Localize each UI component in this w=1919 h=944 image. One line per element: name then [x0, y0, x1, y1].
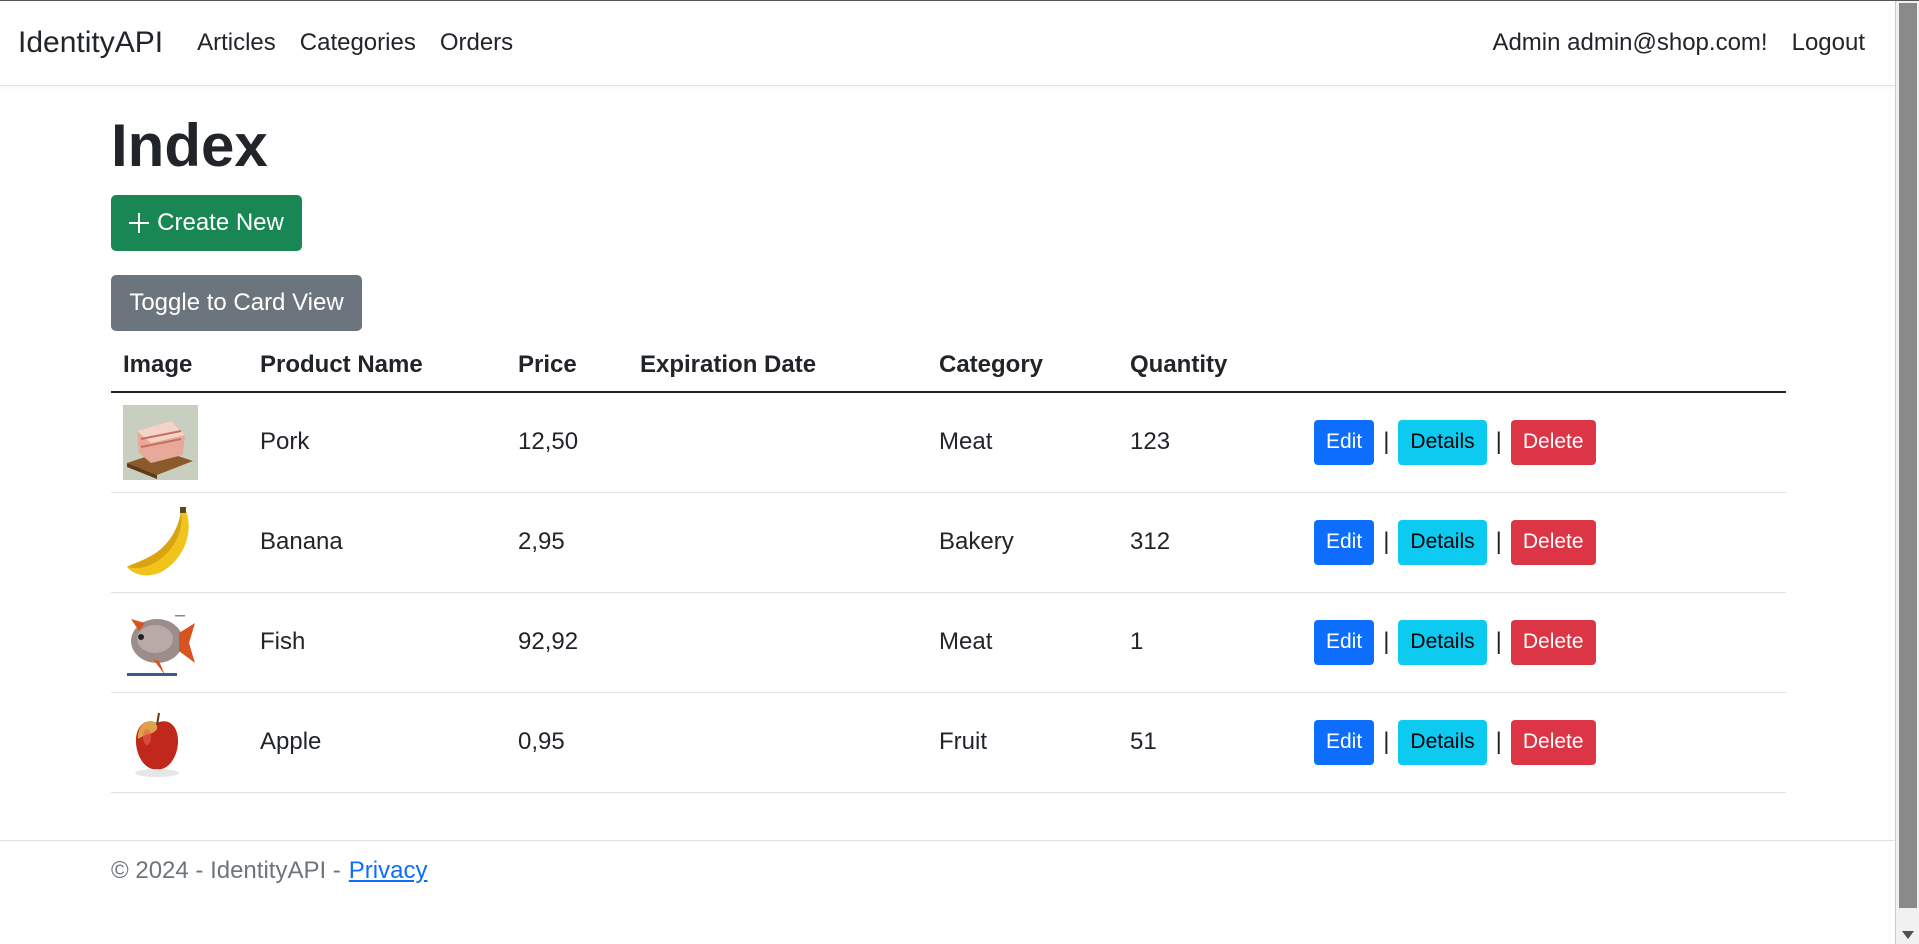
image-cell: [111, 392, 248, 493]
fish-image: [123, 604, 198, 680]
header-actions: [1302, 338, 1786, 393]
separator: |: [1383, 628, 1390, 655]
vertical-scrollbar[interactable]: [1895, 1, 1919, 944]
product-name-cell: Pork: [248, 392, 506, 493]
logout-link[interactable]: Logout: [1780, 29, 1877, 57]
separator: |: [1495, 628, 1502, 655]
header-quantity: Quantity: [1118, 338, 1302, 393]
scroll-down-arrow-icon[interactable]: [1902, 931, 1914, 939]
table-row: Fish 92,92 Meat 1 Edit | Details | Delet…: [111, 592, 1786, 693]
scrollbar-thumb[interactable]: [1899, 3, 1917, 908]
image-cell: [111, 492, 248, 593]
apple-image: [123, 704, 198, 780]
quantity-cell: 51: [1118, 692, 1302, 793]
row-actions: Edit | Details | Delete: [1314, 619, 1774, 665]
separator: |: [1495, 428, 1502, 456]
details-button[interactable]: Details: [1398, 719, 1487, 765]
toggle-card-view-button[interactable]: Toggle to Card View: [111, 275, 362, 331]
edit-button[interactable]: Edit: [1314, 619, 1375, 665]
products-table: Image Product Name Price Expiration Date…: [111, 338, 1786, 793]
separator: |: [1495, 528, 1502, 555]
user-greeting-link[interactable]: Admin admin@shop.com!: [1480, 29, 1779, 57]
separator: |: [1383, 428, 1390, 456]
price-cell: 12,50: [506, 392, 628, 493]
expiration-cell: [628, 392, 927, 493]
brand-link[interactable]: IdentityAPI: [18, 26, 163, 60]
category-cell: Bakery: [927, 492, 1118, 593]
header-expiration-date: Expiration Date: [628, 338, 927, 393]
header-image: Image: [111, 338, 248, 393]
price-cell: 92,92: [506, 592, 628, 693]
nav-articles[interactable]: Articles: [185, 29, 288, 57]
details-button[interactable]: Details: [1398, 519, 1487, 565]
banana-image: [123, 504, 198, 580]
table-header-row: Image Product Name Price Expiration Date…: [111, 338, 1786, 393]
category-cell: Meat: [927, 392, 1118, 493]
edit-button[interactable]: Edit: [1314, 519, 1375, 565]
create-new-button[interactable]: Create New: [111, 195, 302, 251]
details-button[interactable]: Details: [1398, 419, 1487, 465]
header-category: Category: [927, 338, 1118, 393]
delete-button[interactable]: Delete: [1510, 719, 1596, 765]
product-name-cell: Apple: [248, 692, 506, 793]
quantity-cell: 1: [1118, 592, 1302, 693]
row-actions: Edit | Details | Delete: [1314, 519, 1774, 565]
details-button[interactable]: Details: [1398, 619, 1487, 665]
main-content: Index Create New Toggle to Card View Ima…: [111, 86, 1786, 793]
navbar: IdentityAPI Articles Categories Orders A…: [0, 1, 1895, 86]
actions-cell: Edit | Details | Delete: [1302, 692, 1786, 793]
table-row: Pork 12,50 Meat 123 Edit | Details | Del…: [111, 392, 1786, 493]
edit-button[interactable]: Edit: [1314, 419, 1375, 465]
page-title: Index: [111, 112, 268, 179]
separator: |: [1383, 528, 1390, 555]
expiration-cell: [628, 592, 927, 693]
footer: © 2024 - IdentityAPI - Privacy: [0, 840, 1895, 900]
table-row: Apple 0,95 Fruit 51 Edit | Details | Del…: [111, 692, 1786, 793]
actions-cell: Edit | Details | Delete: [1302, 492, 1786, 593]
product-name-cell: Fish: [248, 592, 506, 693]
price-cell: 2,95: [506, 492, 628, 593]
quantity-cell: 123: [1118, 392, 1302, 493]
image-cell: [111, 592, 248, 693]
separator: |: [1383, 728, 1390, 755]
edit-button[interactable]: Edit: [1314, 719, 1375, 765]
nav-categories[interactable]: Categories: [288, 29, 428, 57]
row-actions: Edit | Details | Delete: [1314, 719, 1774, 765]
expiration-cell: [628, 492, 927, 593]
nav-orders[interactable]: Orders: [428, 29, 525, 57]
image-cell: [111, 692, 248, 793]
app-window: IdentityAPI Articles Categories Orders A…: [0, 0, 1919, 944]
privacy-link[interactable]: Privacy: [349, 857, 428, 885]
category-cell: Meat: [927, 592, 1118, 693]
actions-cell: Edit | Details | Delete: [1302, 592, 1786, 693]
category-cell: Fruit: [927, 692, 1118, 793]
price-cell: 0,95: [506, 692, 628, 793]
header-product-name: Product Name: [248, 338, 506, 393]
plus-icon: [129, 213, 150, 233]
product-name-cell: Banana: [248, 492, 506, 593]
quantity-cell: 312: [1118, 492, 1302, 593]
footer-copyright: © 2024 - IdentityAPI -: [111, 856, 341, 884]
expiration-cell: [628, 692, 927, 793]
pork-image: [123, 404, 198, 480]
delete-button[interactable]: Delete: [1510, 619, 1596, 665]
row-actions: Edit | Details | Delete: [1314, 419, 1774, 465]
separator: |: [1495, 728, 1502, 755]
header-price: Price: [506, 338, 628, 393]
create-new-label: Create New: [157, 209, 284, 236]
delete-button[interactable]: Delete: [1510, 519, 1596, 565]
table-row: Banana 2,95 Bakery 312 Edit | Details | …: [111, 492, 1786, 593]
delete-button[interactable]: Delete: [1510, 419, 1596, 465]
actions-cell: Edit | Details | Delete: [1302, 392, 1786, 493]
nav-user-area: Admin admin@shop.com! Logout: [1480, 29, 1877, 57]
